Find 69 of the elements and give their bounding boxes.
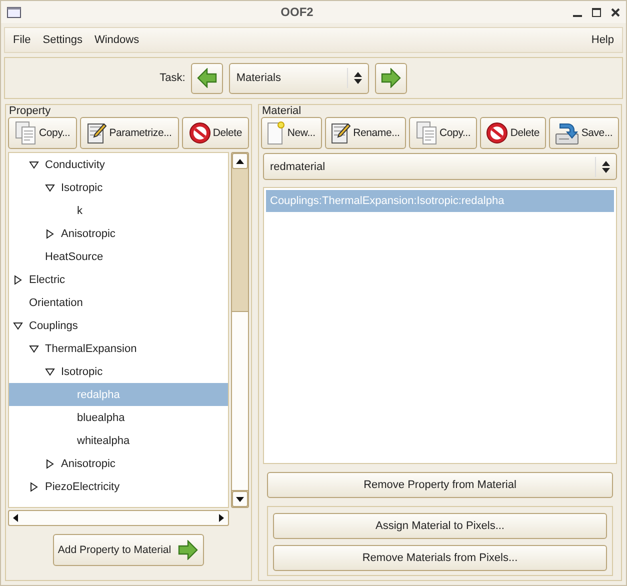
notepad-pencil-icon	[87, 122, 108, 144]
tree-item[interactable]: k	[9, 199, 228, 222]
drive-arrow-icon	[555, 121, 580, 145]
documents-icon	[15, 121, 38, 145]
toolbar-button[interactable]: Delete	[480, 117, 546, 149]
tree-item[interactable]: Electric	[9, 268, 228, 291]
material-dropdown[interactable]: redmaterial	[263, 153, 617, 180]
tree-item[interactable]: whitealpha	[9, 429, 228, 452]
expanded-triangle-icon[interactable]	[45, 182, 55, 192]
tree-item[interactable]: Isotropic	[9, 176, 228, 199]
up-arrow-icon[interactable]	[236, 158, 244, 164]
right-arrow-icon	[177, 540, 200, 560]
tree-item[interactable]: PiezoElectricity	[9, 475, 228, 498]
section-title: Property	[8, 105, 52, 117]
add-property-button[interactable]: Add Property to Material	[52, 534, 204, 566]
left-arrow-icon[interactable]	[13, 514, 18, 522]
toolbar-button[interactable]: Rename...	[324, 117, 406, 149]
previous-button[interactable]	[191, 62, 224, 94]
tree-item[interactable]: Isotropic	[9, 360, 228, 383]
tree-item[interactable]: Anisotropic	[9, 222, 228, 245]
pixel-button[interactable]: Assign Material to Pixels...	[273, 513, 607, 539]
expanded-triangle-icon[interactable]	[45, 366, 55, 376]
expanded-triangle-icon[interactable]	[13, 320, 23, 330]
up-down-icon	[602, 160, 610, 172]
close-icon[interactable]	[611, 8, 620, 16]
right-arrow-icon	[380, 68, 402, 88]
collapsed-triangle-icon[interactable]	[13, 274, 23, 284]
tree-item[interactable]: ThermalExpansion	[9, 337, 228, 360]
menu-item[interactable]: Settings	[42, 34, 82, 46]
right-arrow-icon[interactable]	[219, 514, 224, 522]
new-page-icon	[267, 121, 286, 145]
window-icon	[7, 6, 21, 18]
tree-item[interactable]: HeatSource	[9, 245, 228, 268]
toolbar-button[interactable]: Save...	[548, 117, 619, 149]
expanded-triangle-icon[interactable]	[29, 160, 39, 170]
no-entry-icon	[486, 122, 508, 144]
menu-item[interactable]: Windows	[94, 34, 140, 46]
menu-item[interactable]: Help	[591, 34, 614, 46]
toolbar-button[interactable]: Copy...	[8, 117, 78, 149]
remove-property-button[interactable]: Remove Property from Material	[267, 472, 613, 498]
tree-item[interactable]: Conductivity	[9, 153, 228, 176]
expanded-triangle-icon[interactable]	[29, 344, 39, 354]
toolbar-button[interactable]: Parametrize...	[80, 117, 179, 149]
window-title: OOF2	[280, 5, 314, 19]
task-dropdown[interactable]: Materials	[229, 62, 370, 94]
menu-item[interactable]: File	[13, 34, 31, 46]
maximize-icon[interactable]	[592, 8, 601, 16]
tree-item[interactable]: bluealpha	[9, 406, 228, 429]
section-title: Material	[261, 105, 302, 117]
task-label: Task:	[160, 72, 186, 84]
documents-icon	[416, 121, 438, 145]
collapsed-triangle-icon[interactable]	[45, 458, 55, 468]
toolbar-button[interactable]: Copy...	[409, 117, 478, 149]
pixel-button[interactable]: Remove Materials from Pixels...	[273, 545, 607, 571]
toolbar-button[interactable]: New...	[261, 117, 322, 149]
next-button[interactable]	[375, 62, 408, 94]
horizontal-scrollbar[interactable]	[8, 510, 229, 526]
down-arrow-icon[interactable]	[236, 496, 244, 502]
notepad-pencil-icon	[331, 122, 352, 144]
collapsed-triangle-icon[interactable]	[45, 228, 55, 238]
left-arrow-icon	[196, 68, 218, 88]
tree-item[interactable]: Orientation	[9, 291, 228, 314]
collapsed-triangle-icon[interactable]	[29, 482, 39, 492]
tree-item[interactable]: Couplings	[9, 314, 228, 337]
tree-item[interactable]: Anisotropic	[9, 452, 228, 475]
toolbar-button[interactable]: Delete	[182, 117, 249, 149]
vertical-scrollbar[interactable]	[231, 152, 249, 508]
up-down-icon	[354, 72, 362, 84]
no-entry-icon	[188, 122, 211, 144]
